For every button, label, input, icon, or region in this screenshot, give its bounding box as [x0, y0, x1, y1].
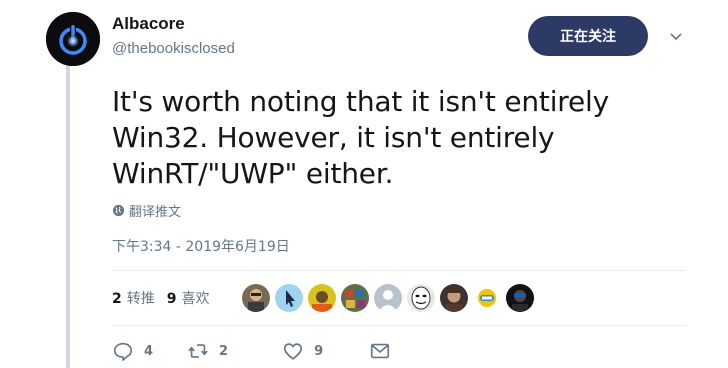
tweet-text: It's worth noting that it isn't entirely… [112, 84, 672, 192]
like-count-action: 9 [314, 343, 324, 359]
divider [112, 325, 686, 326]
retweet-label: 转推 [126, 291, 155, 307]
liker-avatar[interactable] [275, 284, 303, 312]
liker-avatar[interactable] [506, 284, 534, 312]
reply-count: 4 [144, 343, 154, 359]
like-label: 喜欢 [181, 291, 210, 307]
retweet-icon [188, 344, 208, 358]
retweet-count: 2 [112, 291, 122, 307]
direct-message-button[interactable] [369, 340, 391, 362]
tweet-actions: 4 2 9 [112, 340, 391, 362]
retweet-button[interactable]: 2 [187, 340, 228, 362]
tweet-line: It's worth noting that it isn't entirely [112, 85, 609, 118]
like-count: 9 [166, 291, 177, 307]
liker-avatar[interactable] [473, 284, 501, 312]
like-button[interactable]: 9 [282, 340, 323, 362]
liker-avatar[interactable] [440, 284, 468, 312]
stats-bar: 2 转推 9 喜欢 [112, 288, 222, 308]
chevron-down-icon[interactable] [668, 28, 684, 44]
envelope-icon [371, 343, 390, 359]
divider [112, 270, 686, 271]
reply-icon [113, 342, 133, 361]
reply-button[interactable]: 4 [112, 340, 153, 362]
globe-icon [112, 204, 125, 217]
translate-label: 翻译推文 [129, 205, 182, 220]
like-count-stat[interactable]: 9 喜欢 [167, 288, 210, 308]
likers-list [242, 284, 534, 312]
liker-avatar[interactable] [374, 284, 402, 312]
author-name[interactable]: Albacore [112, 14, 185, 34]
power-logo-icon [46, 12, 100, 66]
retweet-count-stat[interactable]: 2 转推 [112, 288, 155, 308]
liker-avatar[interactable] [407, 284, 435, 312]
translate-tweet-link[interactable]: 翻译推文 [112, 201, 181, 220]
liker-avatar[interactable] [308, 284, 336, 312]
tweet-line: WinRT/"UWP" either. [112, 157, 394, 190]
liker-avatar[interactable] [341, 284, 369, 312]
avatar[interactable] [46, 12, 100, 66]
following-button[interactable]: 正在关注 [528, 16, 648, 56]
author-handle[interactable]: @thebookisclosed [112, 40, 235, 57]
retweet-count: 2 [219, 343, 229, 359]
timestamp[interactable]: 下午3:34 - 2019年6月19日 [112, 236, 290, 256]
tweet-line: Win32. However, it isn't entirely [112, 121, 555, 154]
thread-line [66, 58, 70, 368]
heart-icon [284, 343, 303, 360]
liker-avatar[interactable] [242, 284, 270, 312]
